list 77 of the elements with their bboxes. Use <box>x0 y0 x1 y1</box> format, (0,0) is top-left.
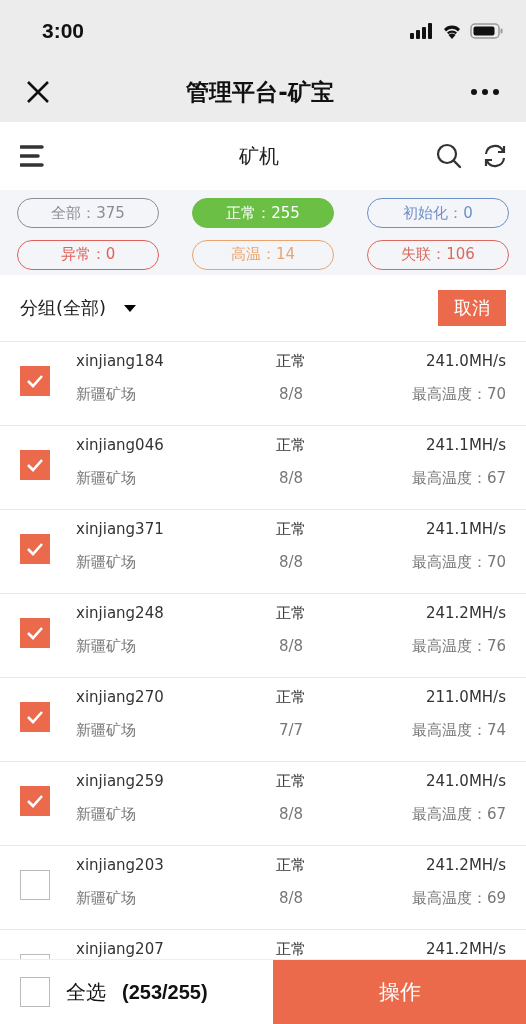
check-icon <box>26 794 44 808</box>
cancel-button[interactable]: 取消 <box>438 290 506 326</box>
check-icon <box>26 458 44 472</box>
farm-name: 新疆矿场 <box>76 553 137 572</box>
check-icon <box>26 710 44 724</box>
miner-status: 正常 <box>275 520 307 539</box>
miner-name: xinjiang248 <box>76 604 165 623</box>
farm-name: 新疆矿场 <box>76 721 137 740</box>
signal-icon <box>410 23 434 39</box>
board-count: 7/7 <box>277 721 305 740</box>
check-icon <box>26 626 44 640</box>
menu-icon[interactable] <box>20 144 44 168</box>
status-time: 3:00 <box>42 19 85 43</box>
filter-chip[interactable]: 正常：255 <box>192 198 334 228</box>
hashrate: 241.2MH/s <box>424 940 506 959</box>
checkbox[interactable] <box>20 618 50 648</box>
checkbox[interactable] <box>20 534 50 564</box>
board-count: 8/8 <box>277 805 305 824</box>
wifi-icon <box>442 23 462 39</box>
hashrate: 241.1MH/s <box>424 520 506 539</box>
page-title: 管理平台-矿宝 <box>186 77 334 107</box>
hashrate: 241.2MH/s <box>424 604 506 623</box>
hashrate: 241.0MH/s <box>424 772 506 791</box>
board-count: 8/8 <box>277 889 305 908</box>
miner-name: xinjiang259 <box>76 772 165 791</box>
action-button[interactable]: 操作 <box>273 960 526 1024</box>
farm-name: 新疆矿场 <box>76 637 137 656</box>
caret-icon <box>124 304 137 312</box>
miner-status: 正常 <box>275 604 307 623</box>
max-temperature: 最高温度：74 <box>410 721 506 740</box>
checkbox[interactable] <box>20 870 50 900</box>
farm-name: 新疆矿场 <box>76 805 137 824</box>
checkbox[interactable] <box>20 702 50 732</box>
selected-count: (253/255) <box>122 980 208 1004</box>
refresh-icon[interactable] <box>482 143 508 169</box>
check-icon <box>26 374 44 388</box>
max-temperature: 最高温度：69 <box>410 889 506 908</box>
hashrate: 241.0MH/s <box>424 352 506 371</box>
checkbox[interactable] <box>20 786 50 816</box>
miner-name: xinjiang270 <box>76 688 165 707</box>
checkbox[interactable] <box>20 366 50 396</box>
miner-status: 正常 <box>275 856 307 875</box>
select-all-checkbox[interactable] <box>20 977 50 1007</box>
miner-status: 正常 <box>275 436 307 455</box>
farm-name: 新疆矿场 <box>76 385 137 404</box>
board-count: 8/8 <box>277 637 305 656</box>
hashrate: 241.2MH/s <box>424 856 506 875</box>
max-temperature: 最高温度：67 <box>410 805 506 824</box>
miner-status: 正常 <box>275 688 307 707</box>
max-temperature: 最高温度：67 <box>410 469 506 488</box>
battery-icon <box>470 23 504 39</box>
miner-status: 正常 <box>275 352 307 371</box>
search-icon[interactable] <box>436 143 462 169</box>
miner-name: xinjiang371 <box>76 520 165 539</box>
checkbox[interactable] <box>20 450 50 480</box>
farm-name: 新疆矿场 <box>76 469 137 488</box>
screen-title: 矿机 <box>239 142 279 170</box>
select-all-label: 全选 <box>66 978 106 1006</box>
hashrate: 241.1MH/s <box>424 436 506 455</box>
max-temperature: 最高温度：70 <box>410 553 506 572</box>
group-dropdown[interactable]: 分组(全部) <box>20 296 137 320</box>
check-icon <box>26 542 44 556</box>
miner-name: xinjiang207 <box>76 940 165 959</box>
farm-name: 新疆矿场 <box>76 889 137 908</box>
hashrate: 211.0MH/s <box>424 688 506 707</box>
miner-status: 正常 <box>275 772 307 791</box>
miner-name: xinjiang203 <box>76 856 165 875</box>
miner-name: xinjiang046 <box>76 436 165 455</box>
max-temperature: 最高温度：76 <box>410 637 506 656</box>
board-count: 8/8 <box>277 469 305 488</box>
miner-status: 正常 <box>275 940 307 959</box>
more-icon[interactable] <box>470 88 500 96</box>
board-count: 8/8 <box>277 385 305 404</box>
max-temperature: 最高温度：70 <box>410 385 506 404</box>
miner-name: xinjiang184 <box>76 352 165 371</box>
close-icon[interactable] <box>26 80 50 104</box>
board-count: 8/8 <box>277 553 305 572</box>
